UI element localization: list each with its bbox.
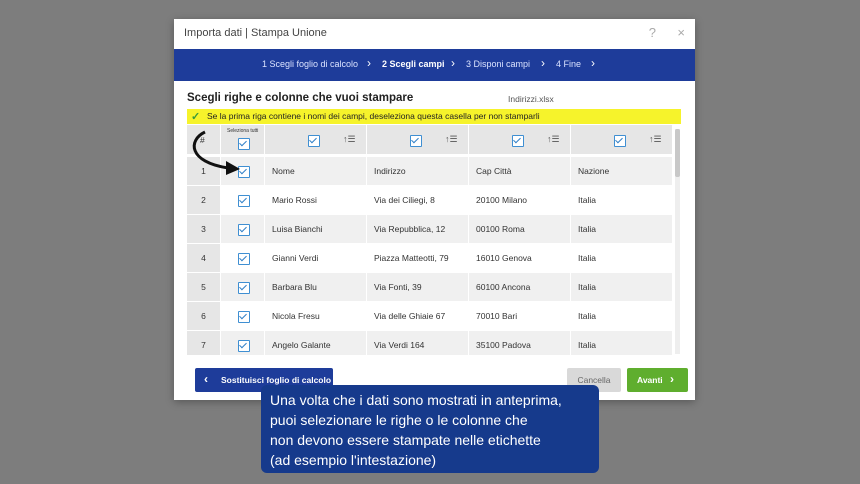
row-select-cell xyxy=(221,273,265,302)
row-number: 2 xyxy=(187,186,221,215)
section-heading: Scegli righe e colonne che vuoi stampare xyxy=(187,92,414,104)
row-checkbox[interactable] xyxy=(238,195,250,207)
caption-line: Una volta che i dati sono mostrati in an… xyxy=(270,392,562,408)
grid-scrollbar[interactable] xyxy=(675,129,680,354)
step-arrange-fields[interactable]: 3 Disponi campi xyxy=(466,59,530,69)
table-cell: Italia xyxy=(571,273,673,302)
table-cell: Via Repubblica, 12 xyxy=(367,215,469,244)
sort-icon[interactable]: ↑☰ xyxy=(649,134,662,145)
caption-line: non devono essere stampate nelle etichet… xyxy=(270,432,541,448)
column-3-checkbox[interactable] xyxy=(512,135,524,147)
row-select-cell xyxy=(221,244,265,273)
select-all-header: Seleziona tutti xyxy=(221,125,265,155)
table-cell: 35100 Padova xyxy=(469,331,571,355)
column-4-checkbox[interactable] xyxy=(614,135,626,147)
row-select-cell xyxy=(221,157,265,186)
chevron-left-icon: ‹ xyxy=(204,372,208,386)
table-cell: Nome xyxy=(265,157,367,186)
row-checkbox[interactable] xyxy=(238,224,250,236)
row-number-header: # xyxy=(187,125,221,155)
table-cell: Italia xyxy=(571,302,673,331)
column-2-checkbox[interactable] xyxy=(410,135,422,147)
select-all-label: Seleziona tutti xyxy=(227,128,259,134)
column-1-checkbox[interactable] xyxy=(308,135,320,147)
column-header-4: ↑☰ xyxy=(571,125,673,155)
table-cell: 20100 Milano xyxy=(469,186,571,215)
table-cell: Via Fonti, 39 xyxy=(367,273,469,302)
chevron-right-icon: › xyxy=(591,56,595,70)
chevron-right-icon: › xyxy=(367,56,371,70)
table-cell: Indirizzo xyxy=(367,157,469,186)
first-row-notice: ✓ Se la prima riga contiene i nomi dei c… xyxy=(187,109,681,124)
row-checkbox[interactable] xyxy=(238,253,250,265)
chevron-right-icon: › xyxy=(541,56,545,70)
caption-line: puoi selezionare le righe o le colonne c… xyxy=(270,412,528,428)
table-cell: Italia xyxy=(571,244,673,273)
table-cell: Italia xyxy=(571,331,673,355)
table-cell: Piazza Matteotti, 79 xyxy=(367,244,469,273)
help-icon[interactable]: ? xyxy=(649,25,656,40)
data-grid: # Seleziona tutti ↑☰ ↑☰ ↑☰ ↑☰ 1 Nome Indir… xyxy=(187,125,677,355)
caption-line: (ad esempio l'intestazione) xyxy=(270,452,437,468)
row-select-cell xyxy=(221,331,265,355)
table-cell: Angelo Galante xyxy=(265,331,367,355)
table-cell: 70010 Bari xyxy=(469,302,571,331)
sort-icon[interactable]: ↑☰ xyxy=(343,134,356,145)
table-cell: Via Verdi 164 xyxy=(367,331,469,355)
row-checkbox[interactable] xyxy=(238,282,250,294)
row-number: 5 xyxy=(187,273,221,302)
dialog-title: Importa dati | Stampa Unione xyxy=(184,27,327,39)
row-number: 1 xyxy=(187,157,221,186)
table-cell: Via delle Ghiaie 67 xyxy=(367,302,469,331)
table-cell: Gianni Verdi xyxy=(265,244,367,273)
caption-box: Una volta che i dati sono mostrati in an… xyxy=(261,385,599,473)
import-dialog: Importa dati | Stampa Unione ? × 1 Scegl… xyxy=(174,19,695,400)
chevron-right-icon: › xyxy=(670,372,674,386)
step-choose-spreadsheet[interactable]: 1 Scegli foglio di calcolo xyxy=(262,59,358,69)
table-cell: 60100 Ancona xyxy=(469,273,571,302)
next-button[interactable]: Avanti › xyxy=(627,368,688,392)
sort-icon[interactable]: ↑☰ xyxy=(547,134,560,145)
table-cell: Mario Rossi xyxy=(265,186,367,215)
sort-icon[interactable]: ↑☰ xyxy=(445,134,458,145)
file-name: Indirizzi.xlsx xyxy=(508,94,554,104)
step-finish[interactable]: 4 Fine xyxy=(556,59,581,69)
check-icon[interactable]: ✓ xyxy=(191,110,200,123)
step-choose-fields[interactable]: 2 Scegli campi xyxy=(382,59,445,69)
replace-spreadsheet-label: Sostituisci foglio di calcolo xyxy=(221,375,332,385)
close-icon[interactable]: × xyxy=(677,25,685,40)
next-label: Avanti xyxy=(637,375,663,385)
select-all-checkbox[interactable] xyxy=(238,138,250,150)
dialog-titlebar: Importa dati | Stampa Unione ? × xyxy=(174,19,695,50)
table-cell: Nicola Fresu xyxy=(265,302,367,331)
row-select-cell xyxy=(221,302,265,331)
row-checkbox[interactable] xyxy=(238,340,250,352)
row-number: 4 xyxy=(187,244,221,273)
table-cell: 00100 Roma xyxy=(469,215,571,244)
row-select-cell xyxy=(221,215,265,244)
table-cell: Luisa Bianchi xyxy=(265,215,367,244)
scrollbar-thumb[interactable] xyxy=(675,129,680,177)
column-header-1: ↑☰ xyxy=(265,125,367,155)
hash-label: # xyxy=(200,135,205,145)
column-header-2: ↑☰ xyxy=(367,125,469,155)
table-cell: Cap Città xyxy=(469,157,571,186)
column-header-3: ↑☰ xyxy=(469,125,571,155)
table-cell: 16010 Genova xyxy=(469,244,571,273)
table-cell: Nazione xyxy=(571,157,673,186)
table-cell: Via dei Ciliegi, 8 xyxy=(367,186,469,215)
chevron-right-icon: › xyxy=(451,56,455,70)
row-number: 6 xyxy=(187,302,221,331)
row-select-cell xyxy=(221,186,265,215)
table-cell: Italia xyxy=(571,186,673,215)
row-checkbox[interactable] xyxy=(238,311,250,323)
row-checkbox[interactable] xyxy=(238,166,250,178)
row-number: 3 xyxy=(187,215,221,244)
first-row-notice-text: Se la prima riga contiene i nomi dei cam… xyxy=(207,111,540,121)
table-cell: Italia xyxy=(571,215,673,244)
wizard-steps: 1 Scegli foglio di calcolo › 2 Scegli ca… xyxy=(174,49,695,81)
table-cell: Barbara Blu xyxy=(265,273,367,302)
row-number: 7 xyxy=(187,331,221,355)
